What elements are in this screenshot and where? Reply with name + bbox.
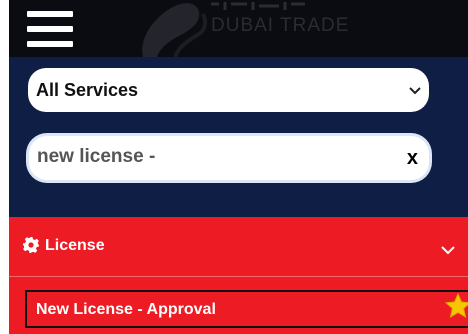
chevron-down-icon[interactable] — [440, 244, 456, 256]
star-icon[interactable] — [445, 293, 468, 319]
page-margin — [0, 0, 9, 334]
category-license-header[interactable]: License — [9, 217, 468, 275]
search-input[interactable] — [37, 144, 387, 170]
hamburger-bar — [27, 11, 73, 17]
service-select[interactable]: All Services — [28, 68, 429, 112]
result-item-label: New License - Approval — [36, 301, 216, 318]
filter-panel: All Services x — [9, 57, 468, 217]
hamburger-bar — [27, 26, 73, 32]
logo-text: DUBAI TRADE — [211, 15, 350, 36]
dubai-trade-logo[interactable]: DUBAI TRADE — [129, 0, 369, 57]
category-license-label: License — [45, 237, 105, 254]
hamburger-menu-icon[interactable] — [27, 11, 73, 47]
clear-search-button[interactable]: x — [407, 147, 418, 169]
result-item-new-license-approval[interactable]: New License - Approval — [25, 290, 468, 328]
divider — [9, 276, 468, 277]
screen: DUBAI TRADE All Services x License — [0, 0, 468, 334]
gear-icon — [23, 237, 39, 253]
chevron-down-icon — [409, 87, 421, 95]
hamburger-bar — [27, 41, 73, 47]
search-field: x — [29, 136, 429, 180]
header: DUBAI TRADE — [9, 0, 468, 57]
service-select-value: All Services — [36, 80, 139, 100]
results-section: License New License - Approval — [9, 217, 468, 334]
